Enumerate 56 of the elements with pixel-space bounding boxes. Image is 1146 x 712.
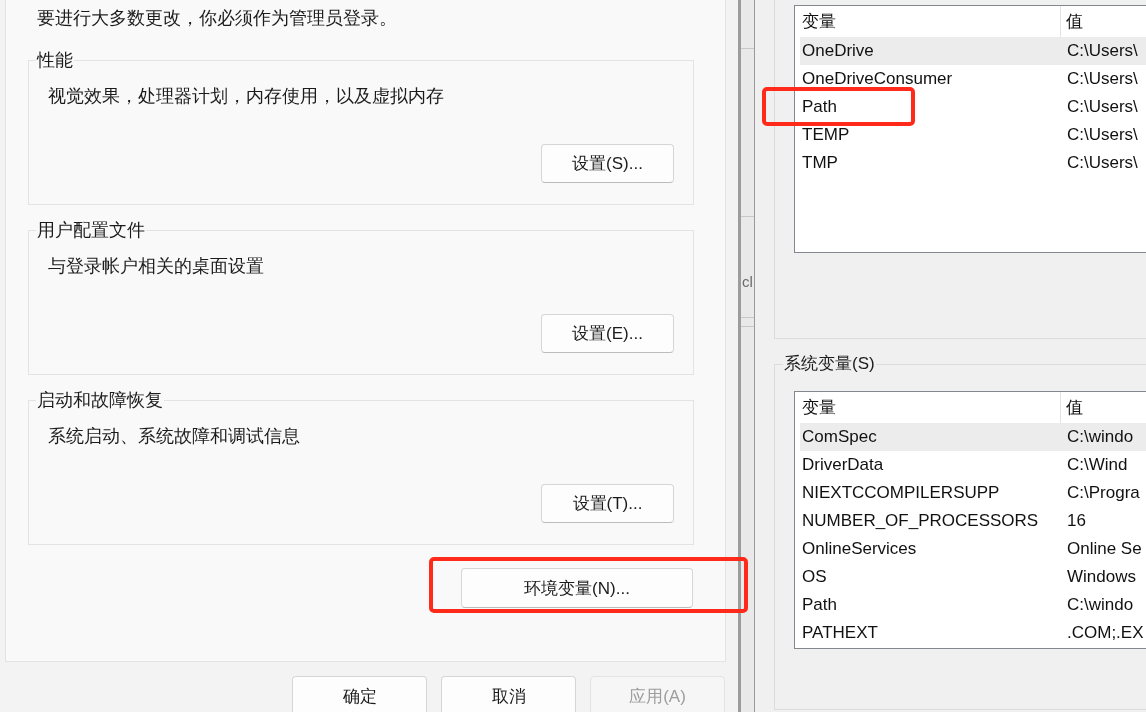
list-cell-text: DriverData [801, 454, 885, 476]
list-cell-text: OneDrive [801, 40, 875, 62]
list-row[interactable]: NUMBER_OF_PROCESSORS 16 [800, 507, 1146, 535]
list-row[interactable]: OneDrive C:\Users\ [800, 37, 1146, 65]
list-cell-text: C:\Users\ [1066, 124, 1139, 146]
settings-button[interactable]: 设置(S)... [541, 144, 674, 183]
environment-variables-button[interactable]: 环境变量(N)... [461, 568, 693, 608]
list-row[interactable]: OneDriveConsumer C:\Users\ [800, 65, 1146, 93]
list-row[interactable]: TEMP C:\Users\ [800, 121, 1146, 149]
settings-button[interactable]: 设置(T)... [541, 484, 674, 523]
group-description: 与登录帐户相关的桌面设置 [48, 255, 264, 278]
list-row[interactable]: NIEXTCCOMPILERSUPP C:\Progra [800, 479, 1146, 507]
list-row[interactable]: PATHEXT .COM;.EX [800, 619, 1146, 647]
list-cell-text: NIEXTCCOMPILERSUPP [801, 482, 1001, 504]
list-cell-text: NUMBER_OF_PROCESSORS [801, 510, 1040, 532]
list-cell-text: Online Se [1066, 538, 1143, 560]
list-cell-text: C:\windo [1066, 594, 1135, 616]
list-cell-text: OS [801, 566, 828, 588]
group-description: 系统启动、系统故障和调试信息 [48, 425, 300, 448]
settings-button[interactable]: 设置(E)... [541, 314, 674, 353]
list-cell-text: PATHEXT [801, 622, 879, 644]
list-cell-text: C:\Users\ [1066, 152, 1139, 174]
group-title: 启动和故障恢复 [36, 389, 164, 412]
list-cell-text: C:\Users\ [1066, 40, 1139, 62]
list-cell-text: C:\windo [1066, 426, 1135, 448]
list-row[interactable]: TMP C:\Users\ [800, 149, 1146, 177]
list-cell-text: C:\Users\ [1066, 96, 1139, 118]
list-row[interactable]: Path C:\Users\ [800, 93, 1146, 121]
group-description: 视觉效果，处理器计划，内存使用，以及虚拟内存 [48, 85, 444, 108]
background-window-text: cl [742, 272, 753, 292]
list-cell-text: .COM;.EX [1066, 622, 1145, 644]
list-cell-text: OnlineServices [801, 538, 918, 560]
list-cell-text: Windows [1066, 566, 1137, 588]
group-title: 用户配置文件 [36, 219, 146, 242]
list-row[interactable]: DriverData C:\Wind [800, 451, 1146, 479]
list-cell-text: C:\Progra [1066, 482, 1141, 504]
dialog-button[interactable]: 确定 [292, 676, 427, 712]
list-cell-text: TMP [801, 152, 839, 174]
dialog-button[interactable]: 取消 [441, 676, 576, 712]
column-header[interactable]: 值 [1061, 392, 1146, 423]
list-row[interactable]: OnlineServices Online Se [800, 535, 1146, 563]
group-title: 性能 [36, 49, 74, 72]
list-cell-text: 16 [1066, 510, 1087, 532]
list-cell-text: ComSpec [801, 426, 878, 448]
list-cell-text: Path [801, 594, 838, 616]
admin-notice-text: 要进行大多数更改，你必须作为管理员登录。 [37, 7, 397, 30]
list-cell-text: C:\Wind [1066, 454, 1129, 476]
list-row[interactable]: OS Windows [800, 563, 1146, 591]
list-row[interactable]: ComSpec C:\windo [800, 423, 1146, 451]
group-title: 系统变量(S) [783, 353, 876, 375]
list-cell-text: C:\Users\ [1066, 68, 1139, 90]
list-cell-text: Path [801, 96, 838, 118]
column-header[interactable]: 值 [1061, 6, 1146, 37]
list-row[interactable]: Path C:\windo [800, 591, 1146, 619]
list-cell-text: TEMP [801, 124, 851, 146]
list-cell-text: OneDriveConsumer [801, 68, 954, 90]
